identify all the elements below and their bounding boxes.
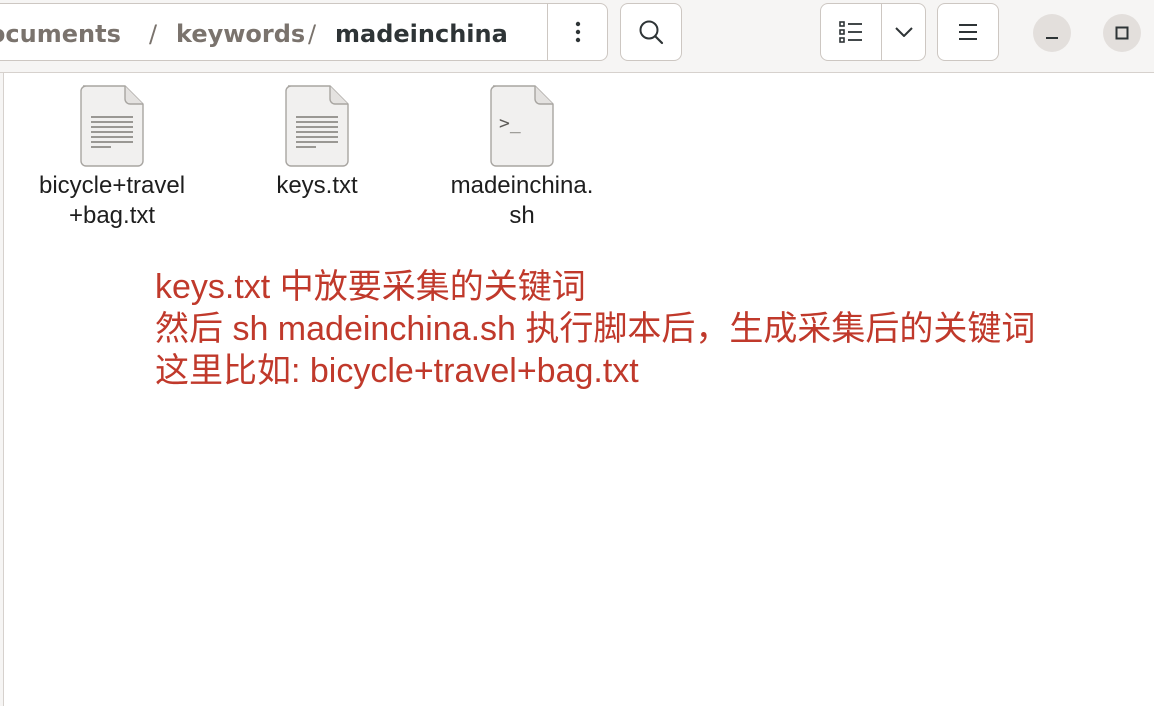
file-name: madeinchina.sh (450, 172, 594, 229)
main-menu-button[interactable] (937, 3, 999, 61)
annotation-line: 这里比如: bicycle+travel+bag.txt (155, 352, 639, 390)
maximize-button[interactable] (1103, 14, 1141, 52)
hamburger-menu-icon (959, 24, 977, 40)
text-file-icon (80, 85, 144, 167)
search-icon (639, 20, 664, 45)
chevron-down-icon (894, 27, 913, 37)
view-mode-button (820, 3, 926, 61)
text-file-icon (285, 85, 349, 167)
breadcrumb-keywords[interactable]: keywords (176, 20, 305, 48)
path-menu-button[interactable] (547, 4, 607, 60)
file-grid: bicycle+travel+bag.txt keys.txt >_ madei… (0, 73, 1154, 706)
script-file-icon: >_ (490, 85, 554, 167)
minimize-button[interactable] (1033, 14, 1071, 52)
breadcrumb-documents[interactable]: Documents (0, 20, 121, 48)
file-name: bicycle+travel+bag.txt (38, 172, 186, 229)
file-item[interactable]: bicycle+travel+bag.txt (37, 85, 187, 231)
breadcrumb-separator: / (149, 20, 158, 48)
file-manager-window: Documents / keywords / madeinchina (0, 0, 1154, 706)
list-view-button[interactable] (821, 4, 881, 60)
annotation-line: keys.txt 中放要采集的关键词 (155, 268, 586, 306)
breadcrumb-current-folder[interactable]: madeinchina (335, 20, 508, 48)
file-item[interactable]: keys.txt (242, 85, 392, 201)
terminal-glyph: >_ (499, 113, 521, 134)
file-name: keys.txt (276, 172, 358, 199)
annotation-text: keys.txt 中放要采集的关键词 然后 sh madeinchina.sh … (155, 266, 1035, 392)
header-bar: Documents / keywords / madeinchina (0, 0, 1154, 73)
annotation-line: 然后 sh madeinchina.sh 执行脚本后，生成采集后的关键词 (155, 310, 1036, 348)
view-options-dropdown[interactable] (881, 4, 925, 60)
maximize-icon (1115, 26, 1129, 40)
breadcrumb-separator: / (308, 20, 317, 48)
minimize-icon (1046, 37, 1058, 39)
list-view-icon (839, 21, 862, 43)
vertical-ellipsis-icon (575, 21, 580, 43)
path-bar: Documents / keywords / madeinchina (0, 3, 608, 61)
search-button[interactable] (620, 3, 682, 61)
file-item[interactable]: >_ madeinchina.sh (447, 85, 597, 231)
